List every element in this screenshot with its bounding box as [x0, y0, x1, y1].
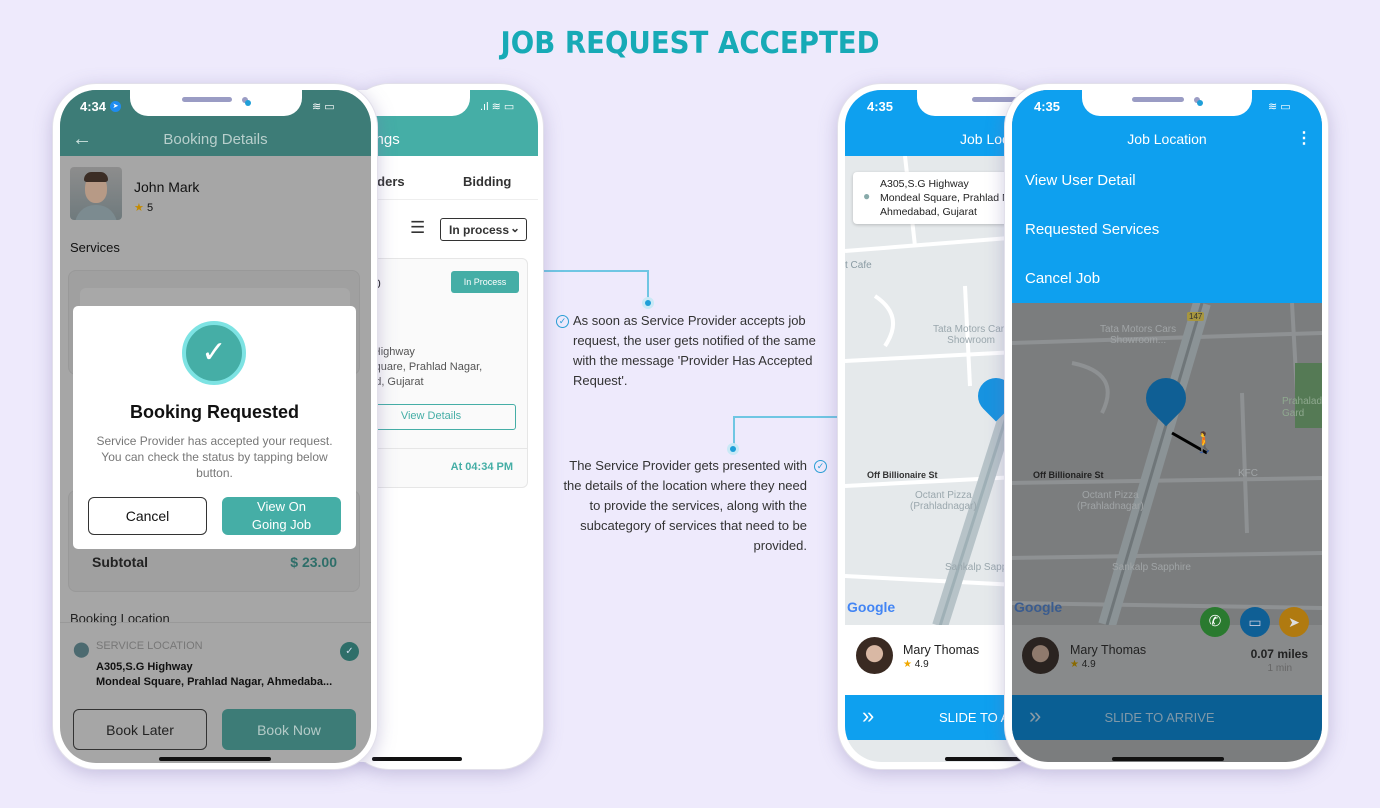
more-vertical-icon[interactable]: ⋮ [1296, 128, 1312, 148]
cancel-button[interactable]: Cancel [88, 497, 207, 535]
customer-rating: ★ 4.9 [903, 659, 929, 670]
customer-card: Mary Thomas ★ 4.9 0.07 miles 1 min [1012, 625, 1322, 695]
annotation-dot [642, 297, 654, 309]
customer-rating: ★ 4.9 [1070, 659, 1096, 670]
page-title: Booking Details [163, 131, 268, 148]
double-chevron-right-icon: » [862, 703, 875, 728]
map-label: Octant Pizza (Prahladnagar) [910, 490, 977, 512]
subtotal-label: Subtotal [92, 554, 148, 570]
modal-message: Service Provider has accepted your reque… [96, 434, 333, 480]
page-title: Job Location [1127, 131, 1207, 147]
customer-name: Mary Thomas [903, 643, 980, 657]
verified-location-icon[interactable]: ✓ [340, 642, 359, 661]
map-label: Off Billionaire St [867, 470, 938, 480]
booking-requested-modal: ✓ Booking Requested Service Provider has… [73, 306, 356, 549]
provider-name: John Mark [134, 179, 200, 195]
tab-bidding[interactable]: Bidding [463, 174, 511, 189]
menu-item-cancel-job[interactable]: Cancel Job [1025, 270, 1100, 287]
service-address: A305,S.G Highway Mondeal Square, Prahlad … [96, 661, 333, 688]
location-arrow-icon: ➤ [110, 101, 121, 112]
booking-location-label: Booking Location [70, 611, 170, 626]
highway-badge: 147 [1187, 312, 1205, 321]
star-icon: ★ [134, 202, 144, 214]
provider-rating: ★ 5 [134, 202, 154, 214]
book-now-button[interactable]: Book Now [222, 709, 356, 750]
location-pin-icon: ● [863, 189, 871, 203]
map-label: Octant Pizza (Prahladnagar) [1077, 490, 1144, 512]
service-location-label: SERVICE LOCATION [96, 640, 203, 652]
map-label: Prahalad Gard [1282, 396, 1322, 419]
subtotal-value: $ 23.00 [290, 554, 337, 570]
eta: 1 min [1267, 663, 1292, 674]
book-later-button[interactable]: Book Later [73, 709, 207, 750]
map-label: Tata Motors Cars Showroom [933, 324, 1010, 346]
menu-item-requested-services[interactable]: Requested Services [1025, 221, 1159, 238]
phone-job-location-front: 4:35 ≋ ▭ Job Location ⋮ View User Detail… [1004, 83, 1329, 770]
status-time: 4:35 [867, 99, 894, 114]
google-logo: Google [1014, 599, 1063, 615]
location-pin-icon: ⬤ [73, 641, 90, 658]
provider-avatar [70, 167, 122, 220]
status-badge: In Process [451, 271, 519, 293]
phone-booking-details: 4:34 ➤ ≋ ▭ ← Booking Details John Mark ★… [52, 83, 378, 770]
slide-to-arrive-slider[interactable]: » SLIDE TO ARRIVE [1012, 695, 1322, 740]
customer-avatar [856, 637, 893, 674]
walking-person-icon: 🚶 [1192, 432, 1217, 454]
map-label: Off Billionaire St [1033, 470, 1104, 480]
map-label: Tata Motors Cars Showroom... [1100, 324, 1177, 346]
check-icon: ✓ [556, 315, 569, 328]
customer-name: Mary Thomas [1070, 643, 1147, 657]
chevron-down-icon: ⌄ [509, 221, 520, 235]
check-circle-icon: ✓ [182, 321, 246, 385]
distance: 0.07 miles [1250, 647, 1308, 661]
chat-icon[interactable]: ▭ [1240, 607, 1270, 637]
modal-title: Booking Requested [129, 402, 299, 422]
booking-time: At 04:34 PM [450, 461, 513, 473]
status-filter-dropdown[interactable]: In process ⌄ [440, 218, 527, 241]
call-icon[interactable]: ✆ [1200, 607, 1230, 637]
status-time: 4:34 [80, 99, 107, 114]
filter-icon[interactable]: ☰ [410, 218, 425, 238]
menu-item-view-user-detail[interactable]: View User Detail [1025, 172, 1136, 189]
status-icons: .ıl ≋ ▭ [480, 101, 515, 113]
map-label: Sankalp Sapphire [1112, 562, 1191, 573]
customer-avatar [1022, 637, 1059, 674]
annotation-provider-accepts: As soon as Service Provider accepts job … [573, 313, 816, 388]
annotation-location-details: The Service Provider gets presented with… [563, 458, 807, 553]
map-label: KFC [1238, 468, 1258, 479]
view-ongoing-job-button[interactable]: View On Going Job [222, 497, 341, 535]
status-filter-value: In process [449, 223, 510, 237]
google-logo: Google [847, 599, 896, 615]
status-icons: ≋ ▭ [312, 101, 335, 113]
map-view[interactable] [1012, 303, 1322, 625]
status-time: 4:35 [1034, 99, 1061, 114]
annotation-dot [727, 443, 739, 455]
booking-card: 0 In Process A305,S.G HighwayMondeal Squ… [352, 258, 528, 488]
page-heading: JOB REQUEST ACCEPTED [500, 26, 880, 61]
check-icon: ✓ [814, 460, 827, 473]
services-label: Services [70, 240, 120, 255]
map-label: t Cafe [845, 260, 872, 271]
navigate-icon[interactable]: ➤ [1279, 607, 1309, 637]
slide-label: SLIDE TO ARRIVE [1104, 710, 1215, 725]
status-icons: ≋ ▭ [1268, 101, 1291, 113]
address-card: ● A305,S.G Highway Mondeal Square, Prahla… [853, 172, 1033, 224]
